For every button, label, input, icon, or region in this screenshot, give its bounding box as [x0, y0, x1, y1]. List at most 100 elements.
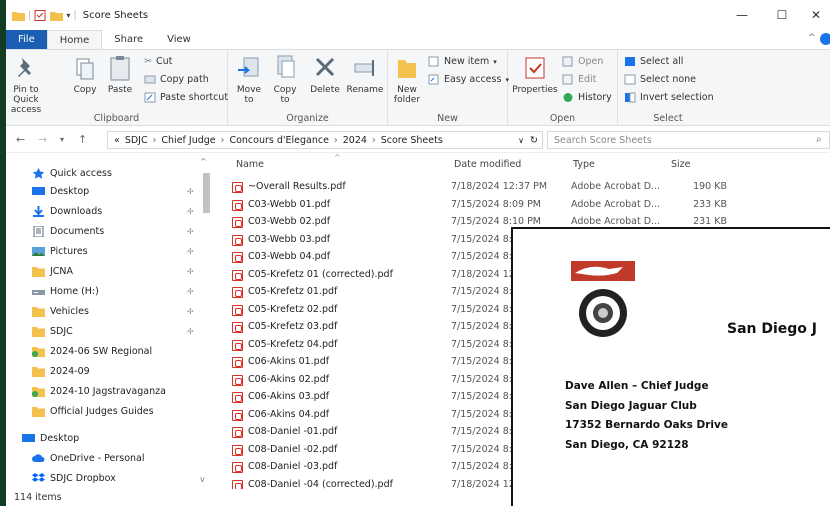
close-button[interactable]: ✕ — [796, 0, 830, 30]
nav-item[interactable]: Quick access — [6, 163, 212, 183]
paste-button[interactable]: Paste — [106, 54, 134, 95]
refresh-icon[interactable]: ↻ — [530, 135, 538, 146]
file-name: C08-Daniel -01.pdf — [248, 426, 338, 437]
sync-folder-icon — [32, 346, 50, 357]
shortcut-icon — [144, 92, 156, 103]
nav-item-label: 2024-10 Jagstravaganza — [50, 385, 166, 397]
new-folder-button[interactable]: New folder — [392, 54, 422, 105]
jaguar-club-logo — [571, 261, 635, 337]
nav-item[interactable]: Documents ✢ — [6, 221, 212, 241]
select-all-button[interactable]: Select all — [624, 56, 683, 67]
select-none-icon — [624, 74, 636, 85]
pdf-file-icon — [232, 357, 243, 368]
tab-view[interactable]: View — [155, 30, 203, 49]
nav-item[interactable]: 2024-06 SW Regional — [6, 341, 212, 361]
nav-item[interactable]: 2024-09 — [6, 361, 212, 381]
file-row[interactable]: ~Overall Results.pdf 7/18/2024 12:37 PM Ad… — [216, 179, 830, 197]
forward-arrow-icon[interactable]: → — [38, 133, 47, 146]
nav-item[interactable]: OneDrive - Personal — [6, 448, 212, 468]
nav-item[interactable]: SDJC Dropbox — [6, 468, 212, 488]
help-icon[interactable] — [820, 33, 830, 45]
open-button[interactable]: Open — [562, 56, 603, 67]
breadcrumb[interactable]: « SDJC › Chief Judge › Concours d'Elegance… — [107, 131, 543, 149]
folder-icon — [32, 306, 50, 317]
new-item-button[interactable]: New item ▾ — [428, 56, 497, 67]
navigation-pane: Quick access Desktop ✢ Downloads ✢ Documents ✢… — [6, 153, 214, 489]
address-dropdown-icon[interactable]: ∨ — [518, 136, 524, 145]
nav-item[interactable]: Pictures ✢ — [6, 241, 212, 261]
tab-share[interactable]: Share — [102, 30, 155, 49]
nav-item[interactable]: Home (H:) ✢ — [6, 281, 212, 301]
file-name: C08-Daniel -02.pdf — [248, 443, 338, 455]
nav-item[interactable]: Desktop — [6, 428, 212, 448]
cloud-icon — [32, 453, 50, 464]
folder-icon — [32, 366, 50, 377]
copy-to-button[interactable]: Copy to — [270, 54, 300, 105]
column-header-name[interactable]: Name — [236, 159, 264, 170]
properties-icon — [525, 57, 545, 79]
nav-scrollbar[interactable]: ^ v — [200, 157, 212, 487]
column-header-type[interactable]: Type — [573, 159, 595, 170]
invert-selection-button[interactable]: Invert selection — [624, 92, 714, 103]
nav-item[interactable]: Official Judges Guides — [6, 401, 212, 421]
address-bar-row: ← → ▾ ↑ « SDJC › Chief Judge › Concours d'… — [6, 127, 830, 153]
nav-item[interactable]: 2024-10 Jagstravaganza — [6, 381, 212, 401]
breadcrumb-overflow[interactable]: « — [114, 135, 120, 146]
move-to-button[interactable]: Move to — [234, 54, 264, 105]
edit-button[interactable]: Edit — [562, 74, 596, 85]
picture-icon — [32, 246, 50, 257]
properties-button[interactable]: Properties — [512, 54, 558, 95]
folder-icon — [398, 60, 416, 78]
nav-item-label: Desktop — [50, 185, 90, 197]
pin-icon: ✢ — [187, 286, 194, 296]
breadcrumb-item[interactable]: Chief Judge — [161, 135, 215, 146]
breadcrumb-item[interactable]: Score Sheets — [381, 135, 443, 146]
search-input[interactable]: Search Score Sheets — [547, 131, 830, 149]
nav-item[interactable]: JCNA ✢ — [6, 261, 212, 281]
collapse-ribbon-icon[interactable]: ^ — [808, 33, 816, 43]
up-arrow-icon[interactable]: ↑ — [78, 133, 87, 146]
minimize-button[interactable]: — — [722, 0, 762, 30]
nav-item-label: Desktop — [40, 432, 80, 444]
nav-item[interactable]: Downloads ✢ — [6, 201, 212, 221]
delete-button[interactable]: Delete — [310, 54, 340, 95]
letterhead-address: Dave Allen – Chief Judge San Diego Jagua… — [565, 377, 728, 455]
sync-folder-icon — [32, 386, 50, 397]
pdf-file-icon — [232, 252, 243, 263]
tab-file[interactable]: File — [6, 30, 47, 49]
nav-item[interactable]: Vehicles ✢ — [6, 301, 212, 321]
pdf-file-icon — [232, 217, 243, 228]
file-name: ~Overall Results.pdf — [248, 181, 346, 192]
copy-path-button[interactable]: Copy path — [144, 74, 209, 85]
copy-button[interactable]: Copy — [72, 54, 98, 95]
pin-quick-access-button[interactable]: Pin to Quick access — [10, 54, 42, 115]
pin-icon: ✢ — [187, 266, 194, 276]
customize-toolbar-icon[interactable]: ▾ — [66, 11, 70, 20]
breadcrumb-item[interactable]: 2024 — [343, 135, 367, 146]
cut-button[interactable]: ✂ Cut — [144, 56, 172, 67]
properties-check-icon[interactable] — [34, 9, 47, 21]
folder-icon — [32, 266, 50, 277]
pin-icon: ✢ — [187, 306, 194, 316]
nav-item[interactable]: SDJC ✢ — [6, 321, 212, 341]
column-header-date[interactable]: Date modified — [454, 159, 521, 170]
file-row[interactable]: C03-Webb 01.pdf 7/15/2024 8:09 PM Adobe Ac… — [216, 197, 830, 215]
organize-group: Move to Copy to Delete Rename Organize — [228, 50, 388, 126]
copy-icon — [76, 58, 94, 80]
history-button[interactable]: History — [562, 92, 612, 103]
nav-item-label: OneDrive - Personal — [50, 452, 145, 464]
breadcrumb-item[interactable]: Concours d'Elegance — [229, 135, 328, 146]
recent-locations-icon[interactable]: ▾ — [60, 135, 64, 144]
nav-item[interactable]: Desktop ✢ — [6, 181, 212, 201]
tab-home[interactable]: Home — [46, 30, 103, 49]
rename-button[interactable]: Rename — [346, 54, 384, 95]
back-arrow-icon[interactable]: ← — [16, 133, 25, 146]
new-folder-icon[interactable] — [50, 10, 64, 21]
easy-access-button[interactable]: Easy access ▾ — [428, 74, 509, 85]
breadcrumb-item[interactable]: SDJC — [125, 135, 148, 146]
pdf-file-icon — [232, 444, 243, 456]
address-line: 17352 Bernardo Oaks Drive — [565, 419, 728, 431]
select-none-button[interactable]: Select none — [624, 74, 696, 85]
column-header-size[interactable]: Size — [671, 159, 691, 170]
paste-shortcut-button[interactable]: Paste shortcut — [144, 92, 228, 103]
